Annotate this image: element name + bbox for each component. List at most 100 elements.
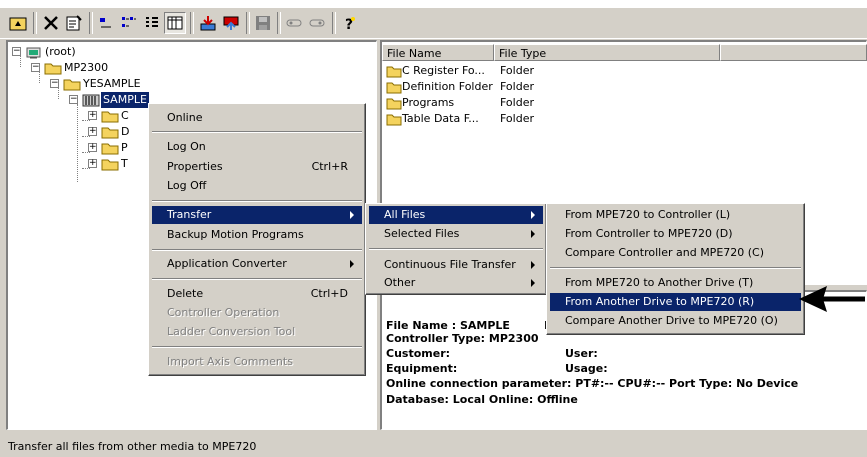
connect-icon[interactable] <box>306 12 328 34</box>
menu-item-compare-another-drive[interactable]: Compare Another Drive to MPE720 (O) <box>550 312 801 330</box>
menu-item-log-on[interactable]: Log On <box>152 138 362 156</box>
menu-item-controller-operation: Controller Operation <box>152 304 362 322</box>
menu-item-application-converter[interactable]: Application Converter <box>152 255 362 273</box>
menu-label: From Controller to MPE720 (D) <box>565 227 733 240</box>
expand-icon[interactable]: + <box>88 159 97 168</box>
menu-label: From MPE720 to Another Drive (T) <box>565 276 754 289</box>
list-item[interactable]: Definition Folder Folder <box>386 79 586 95</box>
toolbar-separator <box>89 12 93 34</box>
info-customer: Customer: <box>386 347 451 360</box>
menu-item-import-axis-comments: Import Axis Comments <box>152 353 362 371</box>
submenu-arrow-icon <box>531 230 535 238</box>
file-name: Definition Folder <box>402 80 493 93</box>
file-name: Table Data F... <box>402 112 479 125</box>
collapse-icon[interactable]: − <box>31 63 40 72</box>
menu-separator <box>369 248 543 250</box>
column-header-empty <box>720 44 867 61</box>
status-text: Transfer all files from other media to M… <box>8 440 257 453</box>
menu-item-another-drive-to-mpe720[interactable]: From Another Drive to MPE720 (R) <box>550 293 801 311</box>
menu-item-other[interactable]: Other <box>369 274 543 292</box>
menu-label: From Another Drive to MPE720 (R) <box>565 295 755 308</box>
menu-label: Compare Another Drive to MPE720 (O) <box>565 314 778 327</box>
menu-item-log-off[interactable]: Log Off <box>152 177 362 195</box>
collapse-icon[interactable]: − <box>69 95 78 104</box>
list-view-icon[interactable] <box>141 12 163 34</box>
tree-label: D <box>121 125 130 138</box>
file-type: Folder <box>500 64 534 77</box>
toolbar-separator <box>246 12 250 34</box>
menu-label: Online <box>167 111 203 124</box>
menu-item-continuous-transfer[interactable]: Continuous File Transfer <box>369 256 543 274</box>
menu-item-mpe720-to-controller[interactable]: From MPE720 to Controller (L) <box>550 206 801 224</box>
info-equipment: Equipment: <box>386 362 458 375</box>
delete-icon[interactable] <box>40 12 62 34</box>
toolbar-separator <box>190 12 194 34</box>
expand-icon[interactable]: + <box>88 111 97 120</box>
list-item[interactable]: Programs Folder <box>386 95 586 111</box>
menu-label: Import Axis Comments <box>167 355 293 368</box>
submenu-arrow-icon <box>350 260 354 268</box>
tree-label: YESAMPLE <box>83 77 141 90</box>
menu-item-selected-files[interactable]: Selected Files <box>369 225 543 243</box>
file-type: Folder <box>500 80 534 93</box>
up-folder-icon[interactable] <box>7 12 29 34</box>
title-bar-edge <box>0 0 867 8</box>
info-user: User: <box>565 347 598 360</box>
disconnect-icon[interactable] <box>283 12 305 34</box>
details-view-icon[interactable] <box>164 12 186 34</box>
all-files-submenu: From MPE720 to Controller (L) From Contr… <box>546 203 805 335</box>
menu-item-online[interactable]: Online <box>152 109 362 127</box>
menu-item-delete[interactable]: Delete Ctrl+D <box>152 285 362 303</box>
file-name: Programs <box>402 96 455 109</box>
download-icon[interactable] <box>197 12 219 34</box>
tree-label-selected: SAMPLE <box>101 92 149 108</box>
properties-icon[interactable] <box>63 12 85 34</box>
menu-item-transfer[interactable]: Transfer <box>152 206 362 224</box>
save-icon[interactable] <box>252 12 274 34</box>
menu-label: Application Converter <box>167 257 287 270</box>
collapse-icon[interactable]: − <box>50 79 59 88</box>
annotation-arrow-icon <box>797 282 867 319</box>
application-window: ? − (root) − MP2300 − YESAMPLE − SAMPLE … <box>0 0 867 457</box>
shortcut-label: Ctrl+R <box>311 160 348 173</box>
toolbar-separator <box>33 12 37 34</box>
menu-label: Controller Operation <box>167 306 280 319</box>
menu-label: From MPE720 to Controller (L) <box>565 208 731 221</box>
menu-item-compare-controller[interactable]: Compare Controller and MPE720 (C) <box>550 244 801 262</box>
folder-icon <box>386 112 402 131</box>
menu-item-ladder-conversion: Ladder Conversion Tool <box>152 323 362 341</box>
menu-item-properties[interactable]: Properties Ctrl+R <box>152 158 362 176</box>
transfer-submenu: All Files Selected Files Continuous File… <box>365 203 547 295</box>
column-header-file-type[interactable]: File Type <box>494 44 720 61</box>
menu-label: Other <box>384 276 416 289</box>
expand-icon[interactable]: + <box>88 127 97 136</box>
folder-icon <box>101 157 119 176</box>
status-bar: Transfer all files from other media to M… <box>0 437 867 457</box>
column-header-file-name[interactable]: File Name <box>382 44 494 61</box>
collapse-icon[interactable]: − <box>12 47 21 56</box>
help-icon[interactable]: ? <box>338 12 360 34</box>
file-type: Folder <box>500 112 534 125</box>
menu-item-controller-to-mpe720[interactable]: From Controller to MPE720 (D) <box>550 225 801 243</box>
menu-label: Continuous File Transfer <box>384 258 516 271</box>
menu-separator <box>550 267 801 269</box>
menu-separator <box>152 200 362 202</box>
large-icons-view-icon[interactable] <box>95 12 117 34</box>
menu-item-backup[interactable]: Backup Motion Programs <box>152 226 362 244</box>
upload-icon[interactable] <box>220 12 242 34</box>
list-item[interactable]: Table Data F... Folder <box>386 111 586 127</box>
submenu-arrow-icon <box>531 261 535 269</box>
info-usage: Usage: <box>565 362 608 375</box>
menu-label: All Files <box>384 208 426 221</box>
toolbar: ? <box>0 8 867 39</box>
tree-label: P <box>121 141 128 154</box>
menu-item-mpe720-to-another-drive[interactable]: From MPE720 to Another Drive (T) <box>550 274 801 292</box>
menu-label: Backup Motion Programs <box>167 228 304 241</box>
menu-separator <box>152 249 362 251</box>
menu-label: Delete <box>167 287 204 300</box>
toolbar-separator <box>277 12 281 34</box>
expand-icon[interactable]: + <box>88 143 97 152</box>
menu-item-all-files[interactable]: All Files <box>369 206 543 224</box>
small-icons-view-icon[interactable] <box>118 12 140 34</box>
list-item[interactable]: C Register Fo... Folder <box>386 63 586 79</box>
